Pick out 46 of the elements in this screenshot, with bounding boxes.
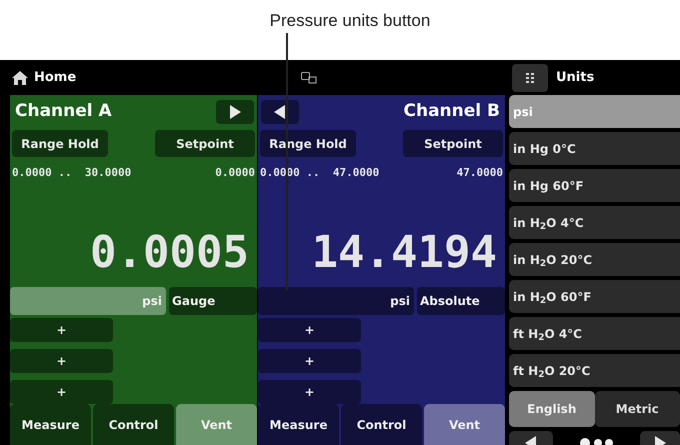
preset-button[interactable]: + — [258, 318, 361, 342]
preset-button[interactable]: + — [10, 380, 113, 404]
unit-option[interactable]: in Hg 60°F — [509, 169, 680, 202]
pressure-reading: 0.0005 — [90, 231, 249, 275]
mode-tab[interactable]: Control — [341, 404, 422, 445]
mode-tab[interactable]: Measure — [10, 404, 91, 445]
pressure-reading: 14.4194 — [312, 231, 497, 275]
pressure-units-button[interactable]: psi — [258, 287, 414, 315]
range-hold-button[interactable]: Range Hold — [260, 130, 356, 157]
channel-switch-button[interactable] — [216, 100, 254, 124]
unit-option[interactable]: in Hg 0°C — [509, 132, 680, 165]
preset-button[interactable]: + — [258, 349, 361, 373]
unit-option[interactable]: in H$_{2}$O 20°C — [509, 243, 680, 276]
grid-icon — [526, 72, 534, 82]
preset-button[interactable]: + — [10, 318, 113, 342]
setpoint-button[interactable]: Setpoint — [403, 130, 503, 157]
device-status-icon — [301, 72, 318, 84]
unit-option[interactable]: ft H$_{2}$O 4°C — [509, 317, 680, 350]
range-reading: 0.0000 .. 30.0000 — [12, 164, 132, 181]
channel-switch-button[interactable] — [261, 100, 299, 124]
setpoint-button[interactable]: Setpoint — [155, 130, 255, 157]
right-arrow-icon — [229, 105, 241, 119]
range-reading: 0.0000 .. 47.0000 — [260, 164, 380, 181]
home-label: Home — [34, 68, 76, 87]
preset-button[interactable]: + — [258, 380, 361, 404]
mode-tab[interactable]: Measure — [258, 404, 339, 445]
left-arrow-icon — [274, 105, 286, 119]
setpoint-reading: 47.0000 — [456, 164, 503, 181]
setpoint-reading: 0.0000 — [215, 164, 255, 181]
unit-option[interactable]: in H$_{2}$O 60°F — [509, 280, 680, 313]
callout-label: Pressure units button — [270, 10, 430, 32]
range-hold-button[interactable]: Range Hold — [12, 130, 108, 157]
mode-button[interactable]: Gauge — [169, 287, 257, 315]
preset-button[interactable]: + — [10, 349, 113, 373]
mode-tab[interactable]: Control — [93, 404, 174, 445]
home-icon — [12, 70, 28, 84]
channel-title: Channel B — [402, 100, 501, 124]
mode-tab[interactable]: Vent — [424, 404, 505, 445]
channel-title: Channel A — [14, 100, 113, 124]
page-dots-icon — [580, 438, 614, 445]
unit-system-tab[interactable]: English — [509, 391, 594, 427]
units-menu-button[interactable]: Units — [512, 64, 594, 92]
unit-system-tab[interactable]: Metric — [594, 391, 680, 427]
unit-option[interactable]: ft H$_{2}$O 20°C — [509, 354, 680, 387]
unit-option[interactable]: in H$_{2}$O 4°C — [509, 206, 680, 239]
mode-button[interactable]: Absolute — [417, 287, 505, 315]
